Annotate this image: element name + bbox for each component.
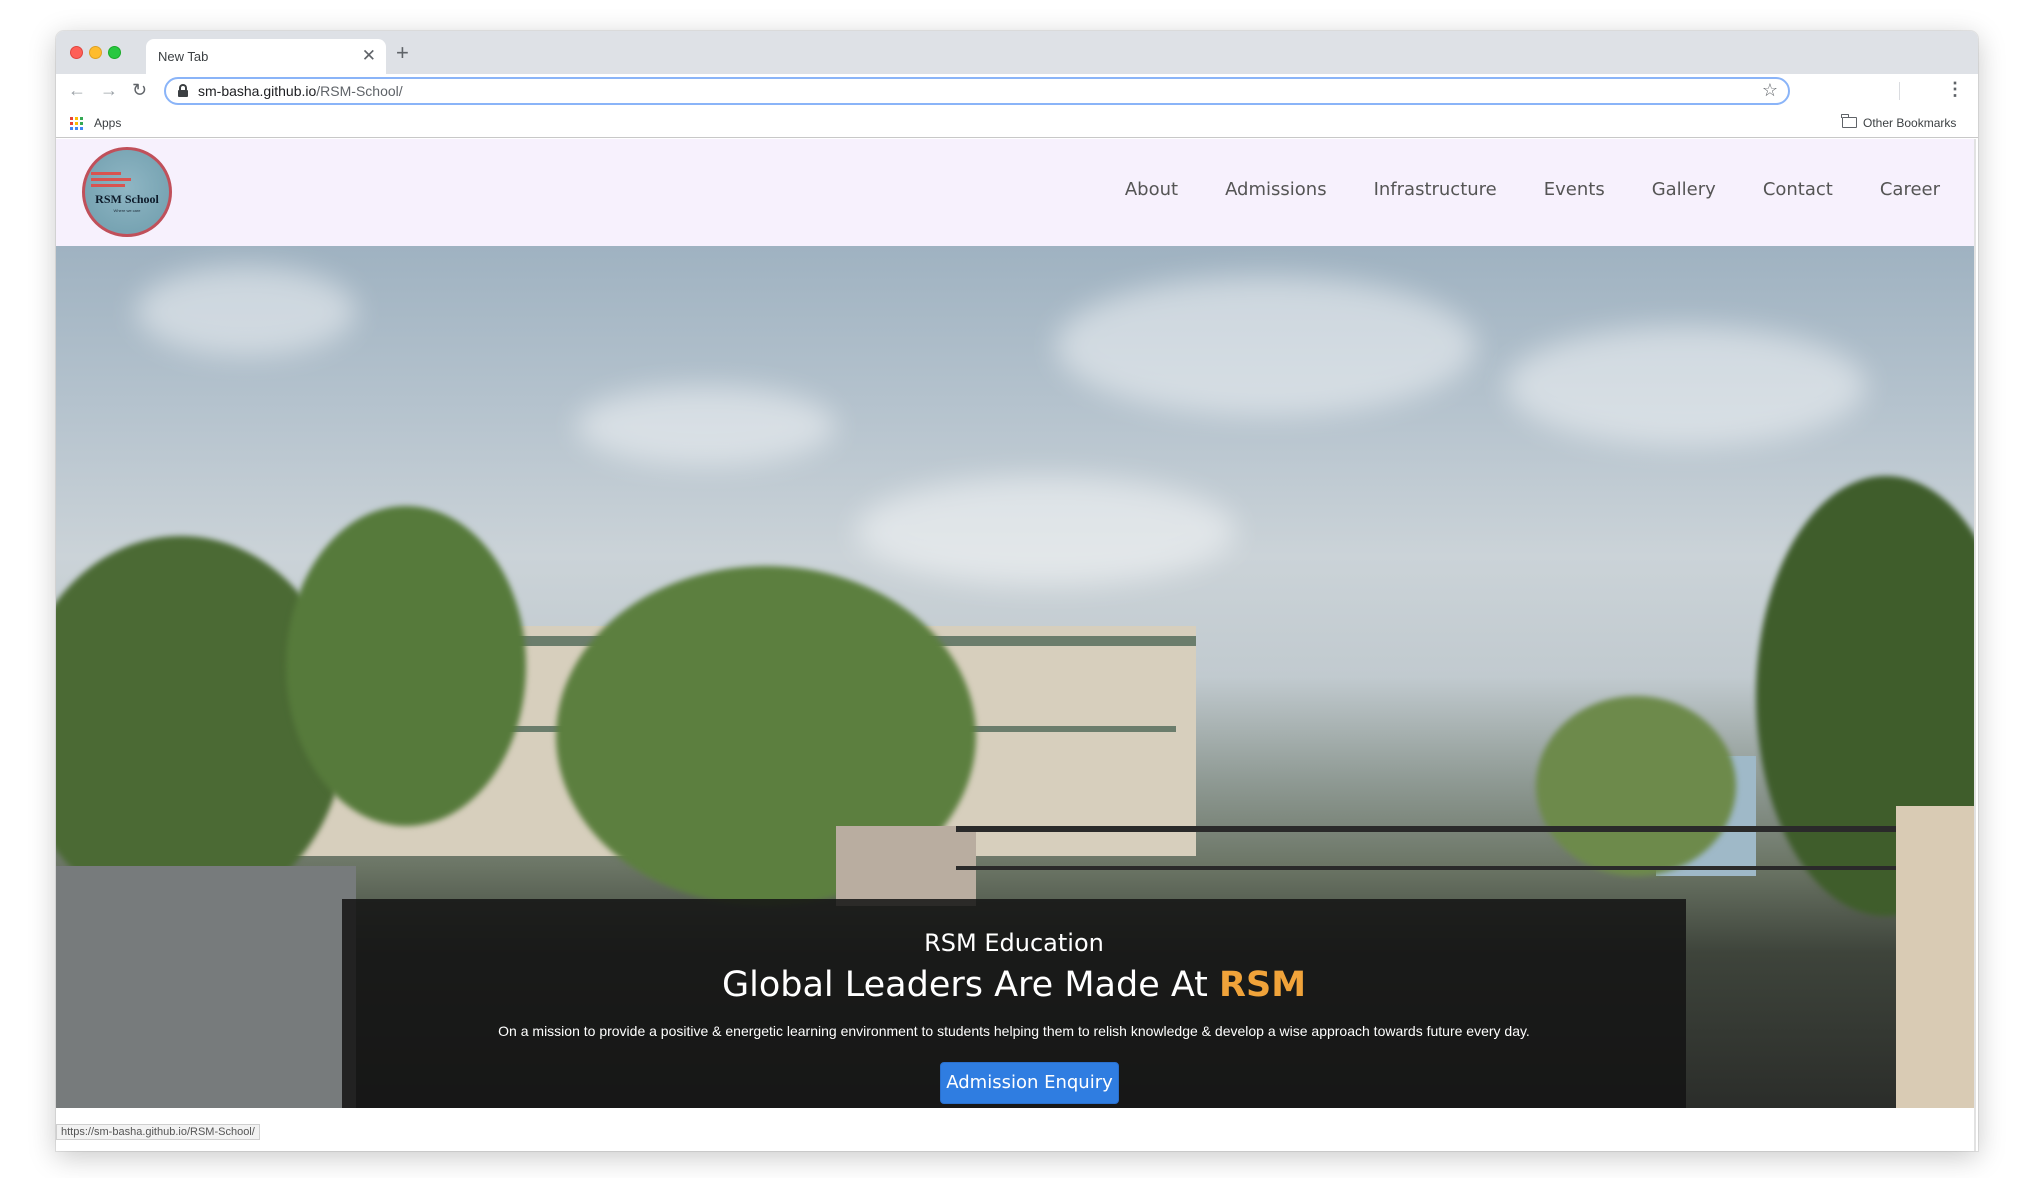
logo-stripe (91, 178, 131, 181)
cloud (136, 266, 356, 356)
cloud (576, 386, 836, 466)
address-bar[interactable]: sm-basha.github.io/RSM-School/ ☆ (164, 77, 1790, 105)
logo-tagline: Where we care (113, 208, 141, 213)
tab-strip: New Tab ✕ + (56, 31, 1978, 74)
hero-title: Global Leaders Are Made At RSM (342, 965, 1686, 1005)
browser-tab[interactable]: New Tab ✕ (146, 39, 386, 74)
gate-pillar (1896, 806, 1974, 1108)
cloud (856, 476, 1236, 586)
browser-menu-icon[interactable]: ⋮ (1946, 79, 1964, 99)
back-arrow-icon[interactable]: ← (68, 80, 86, 100)
logo-stripe (91, 172, 121, 175)
window-maximize-icon[interactable] (108, 46, 121, 59)
hero-title-accent: RSM (1219, 965, 1307, 1005)
cloud (1056, 276, 1476, 416)
logo-text: RSM School (95, 192, 159, 206)
folder-icon (1841, 114, 1857, 128)
nav-about[interactable]: About (1125, 179, 1178, 201)
other-bookmarks[interactable]: Other Bookmarks (1863, 116, 1956, 130)
nav-infrastructure[interactable]: Infrastructure (1374, 179, 1497, 201)
hero-banner: RSM Education Global Leaders Are Made At… (56, 246, 1974, 1108)
logo-stripe (91, 184, 125, 187)
lock-icon (178, 84, 188, 97)
hero-title-main: Global Leaders Are Made At (721, 965, 1220, 1005)
browser-toolbar: ← → ↻ sm-basha.github.io/RSM-School/ ☆ ⋮ (56, 74, 1978, 108)
apps-shortcut[interactable]: Apps (94, 116, 121, 130)
url-text[interactable]: sm-basha.github.io/RSM-School/ (198, 83, 403, 99)
browser-window: New Tab ✕ + ← → ↻ sm-basha.github.io/RSM… (56, 31, 1978, 1151)
link-status-bar: https://sm-basha.github.io/RSM-School/ (56, 1124, 260, 1140)
tree (1536, 696, 1736, 876)
nav-gallery[interactable]: Gallery (1652, 179, 1716, 201)
tab-title: New Tab (158, 49, 209, 64)
nav-events[interactable]: Events (1544, 179, 1605, 201)
hero-description: On a mission to provide a positive & ene… (498, 1023, 1530, 1039)
window-minimize-icon[interactable] (89, 46, 102, 59)
boundary-wall (56, 866, 356, 1108)
main-menu: About Admissions Infrastructure Events G… (1125, 179, 1940, 201)
tab-close-icon[interactable]: ✕ (362, 46, 376, 66)
new-tab-icon[interactable]: + (396, 42, 409, 64)
apps-grid-icon[interactable] (70, 117, 83, 130)
bookmark-star-icon[interactable]: ☆ (1762, 80, 1778, 101)
nav-contact[interactable]: Contact (1763, 179, 1833, 201)
tree (286, 506, 526, 826)
nav-career[interactable]: Career (1880, 179, 1940, 201)
toolbar-divider (1899, 82, 1900, 100)
school-logo[interactable]: RSM School Where we care (82, 147, 172, 237)
page-viewport: RSM School Where we care About Admission… (56, 139, 1976, 1151)
cloud (1506, 326, 1866, 446)
gate-rail (956, 826, 1896, 832)
url-host: sm-basha.github.io (198, 83, 317, 99)
gate-pillar (836, 826, 976, 906)
scrollbar-track[interactable] (1974, 139, 1976, 1151)
nav-admissions[interactable]: Admissions (1225, 179, 1327, 201)
window-close-icon[interactable] (70, 46, 83, 59)
hero-caption: RSM Education Global Leaders Are Made At… (342, 899, 1686, 1108)
forward-arrow-icon[interactable]: → (100, 80, 118, 100)
admission-enquiry-button[interactable]: Admission Enquiry (940, 1062, 1119, 1104)
url-path: /RSM-School/ (316, 83, 403, 99)
reload-icon[interactable]: ↻ (132, 80, 147, 100)
gate-rail (956, 866, 1896, 870)
hero-subtitle: RSM Education (924, 929, 1104, 957)
bookmarks-bar: Apps Other Bookmarks (56, 108, 1978, 138)
site-navbar: RSM School Where we care About Admission… (56, 139, 1976, 246)
